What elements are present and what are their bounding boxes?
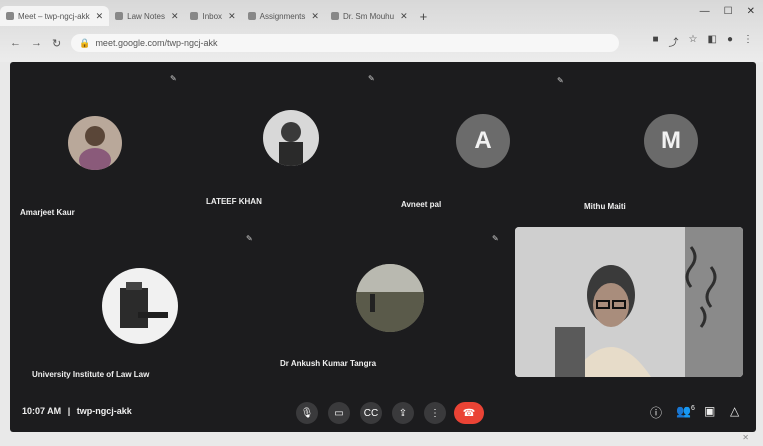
tab-bar: Meet – twp-ngcj-akk ✕ Law Notes ✕ Inbox ✕ A…: [0, 4, 763, 28]
muted-mic-icon: ✎: [368, 74, 375, 83]
captions-icon: CC: [363, 407, 379, 419]
url-bar[interactable]: 🔒 meet.google.com/twp-ngcj-akk: [71, 34, 620, 52]
star-icon[interactable]: ☆: [689, 34, 698, 49]
tab-4[interactable]: Assignments ✕: [242, 6, 325, 26]
camera-indicator-icon[interactable]: ■: [652, 34, 658, 49]
camera-icon: ▭: [334, 407, 344, 419]
close-icon[interactable]: ✕: [311, 11, 319, 22]
self-video-tile[interactable]: [515, 227, 743, 377]
share-icon[interactable]: ⤴: [669, 34, 679, 49]
mail-favicon-icon: [190, 12, 199, 20]
tab-5[interactable]: Dr. Sm Mouhu ✕: [325, 6, 414, 26]
people-count-badge: 6: [690, 405, 695, 412]
participant-name: Avneet pal: [401, 200, 442, 209]
present-button[interactable]: ⇪: [392, 402, 414, 424]
tab-label: Assignments: [259, 11, 306, 21]
muted-mic-icon: ✎: [492, 234, 499, 243]
page-favicon-icon: [330, 12, 339, 20]
meet-stage: ✎ Amarjeet Kaur ✎ LATEEF KHAN ✎ A Avneet…: [10, 62, 756, 432]
divider: |: [67, 406, 71, 416]
extensions-icon[interactable]: ◧: [708, 34, 717, 49]
chat-icon[interactable]: ▣: [704, 404, 715, 418]
url-text: meet.google.com/twp-ngcj-akk: [95, 38, 218, 48]
maximize-button[interactable]: ☐: [724, 6, 733, 17]
participant-name: LATEEF KHAN: [206, 197, 262, 206]
meeting-toolbar: 10:07 AM | twp-ngcj-akk 🎙 ▭ CC ⇪ ⋮ ☎ ⓘ 👥…: [10, 392, 756, 432]
avatar[interactable]: M: [644, 114, 698, 168]
tab-label: Law Notes: [127, 11, 165, 21]
participant-name: Mithu Maiti: [584, 202, 626, 211]
participant-name: Amarjeet Kaur: [20, 208, 75, 217]
participant-name: Dr Ankush Kumar Tangra: [280, 359, 377, 368]
present-icon: ⇪: [398, 407, 408, 419]
activities-icon[interactable]: △: [730, 404, 739, 418]
meet-favicon-icon: [6, 12, 14, 20]
close-icon[interactable]: ✕: [228, 11, 236, 22]
gavel-icon: [120, 282, 168, 328]
people-icon: 👥: [676, 404, 691, 418]
more-options-icon: ⋮: [430, 407, 440, 419]
mic-icon: 🎙: [300, 407, 314, 419]
muted-mic-icon: ✎: [170, 74, 177, 83]
tab-3[interactable]: Inbox ✕: [184, 6, 241, 26]
close-window-button[interactable]: ✕: [747, 6, 755, 17]
leave-call-icon: ☎: [462, 407, 476, 419]
window-controls: — ☐ ✕: [700, 6, 755, 17]
avatar[interactable]: A: [456, 114, 510, 168]
avatar-letter: M: [661, 127, 681, 154]
new-tab-button[interactable]: +: [420, 9, 428, 24]
reload-icon[interactable]: ↻: [52, 37, 61, 50]
muted-mic-icon: ✎: [246, 234, 253, 243]
info-icon[interactable]: ⓘ: [650, 404, 662, 421]
tab-label: Meet – twp-ngcj-akk: [18, 11, 90, 21]
person-photo-icon: [279, 122, 303, 166]
close-icon: ✕: [742, 433, 749, 442]
outdoor-photo-icon: [356, 264, 424, 332]
tab-label: Inbox: [202, 11, 223, 21]
tab-meet[interactable]: Meet – twp-ngcj-akk ✕: [0, 6, 110, 26]
page-favicon-icon: [247, 12, 256, 20]
browser-chrome: Meet – twp-ngcj-akk ✕ Law Notes ✕ Inbox ✕ A…: [0, 0, 763, 62]
tab-2[interactable]: Law Notes ✕: [109, 6, 184, 26]
lock-icon: 🔒: [79, 37, 91, 48]
meeting-time: 10:07 AM: [22, 406, 62, 416]
meeting-info: 10:07 AM | twp-ngcj-akk: [22, 406, 132, 416]
leave-call-button[interactable]: ☎: [454, 402, 484, 424]
meeting-code: twp-ngcj-akk: [76, 406, 132, 416]
page-footer-marks: ✕: [742, 433, 749, 442]
browser-right-icons: ■ ⤴ ☆ ◧ ● ⋮: [652, 34, 753, 49]
muted-mic-icon: ✎: [557, 76, 564, 85]
minimize-button[interactable]: —: [700, 6, 710, 17]
mic-button[interactable]: 🎙: [296, 402, 318, 424]
participant-name: University Institute of Law Law: [32, 370, 150, 379]
avatar[interactable]: [102, 268, 178, 344]
person-photo-icon: [79, 126, 111, 170]
menu-icon[interactable]: ⋮: [743, 34, 753, 49]
avatar[interactable]: [263, 110, 319, 166]
close-icon[interactable]: ✕: [171, 11, 179, 22]
close-icon[interactable]: ✕: [96, 11, 104, 22]
camera-button[interactable]: ▭: [328, 402, 350, 424]
avatar[interactable]: [356, 264, 424, 332]
captions-button[interactable]: CC: [360, 402, 382, 424]
avatar-letter: A: [474, 127, 492, 154]
tab-label: Dr. Sm Mouhu: [342, 11, 395, 21]
page-favicon-icon: [115, 12, 124, 20]
profile-avatar[interactable]: ●: [727, 34, 733, 49]
forward-icon[interactable]: →: [31, 37, 42, 49]
avatar[interactable]: [68, 116, 122, 170]
close-icon[interactable]: ✕: [400, 11, 408, 22]
people-button[interactable]: 👥6: [676, 404, 695, 418]
more-options-button[interactable]: ⋮: [424, 402, 446, 424]
back-icon[interactable]: ←: [10, 37, 21, 49]
address-bar-row: ← → ↻ 🔒 meet.google.com/twp-ngcj-akk: [0, 30, 763, 56]
self-video-feed: [515, 227, 743, 377]
